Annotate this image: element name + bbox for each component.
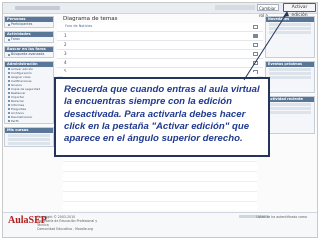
aula-logo: AulaSEP — [8, 215, 47, 234]
footer-org-line3[interactable]: Comunidad Educativa - Moodle.org — [37, 227, 93, 231]
footer: AulaSEP Copyright © 2003-2010 Secretaría… — [3, 212, 317, 237]
arrow-head — [283, 11, 289, 17]
footer-user-status: Usted se ha autentificado como — [256, 215, 307, 219]
arrow-line — [243, 12, 288, 81]
arrow-to-edit-button — [243, 11, 289, 81]
